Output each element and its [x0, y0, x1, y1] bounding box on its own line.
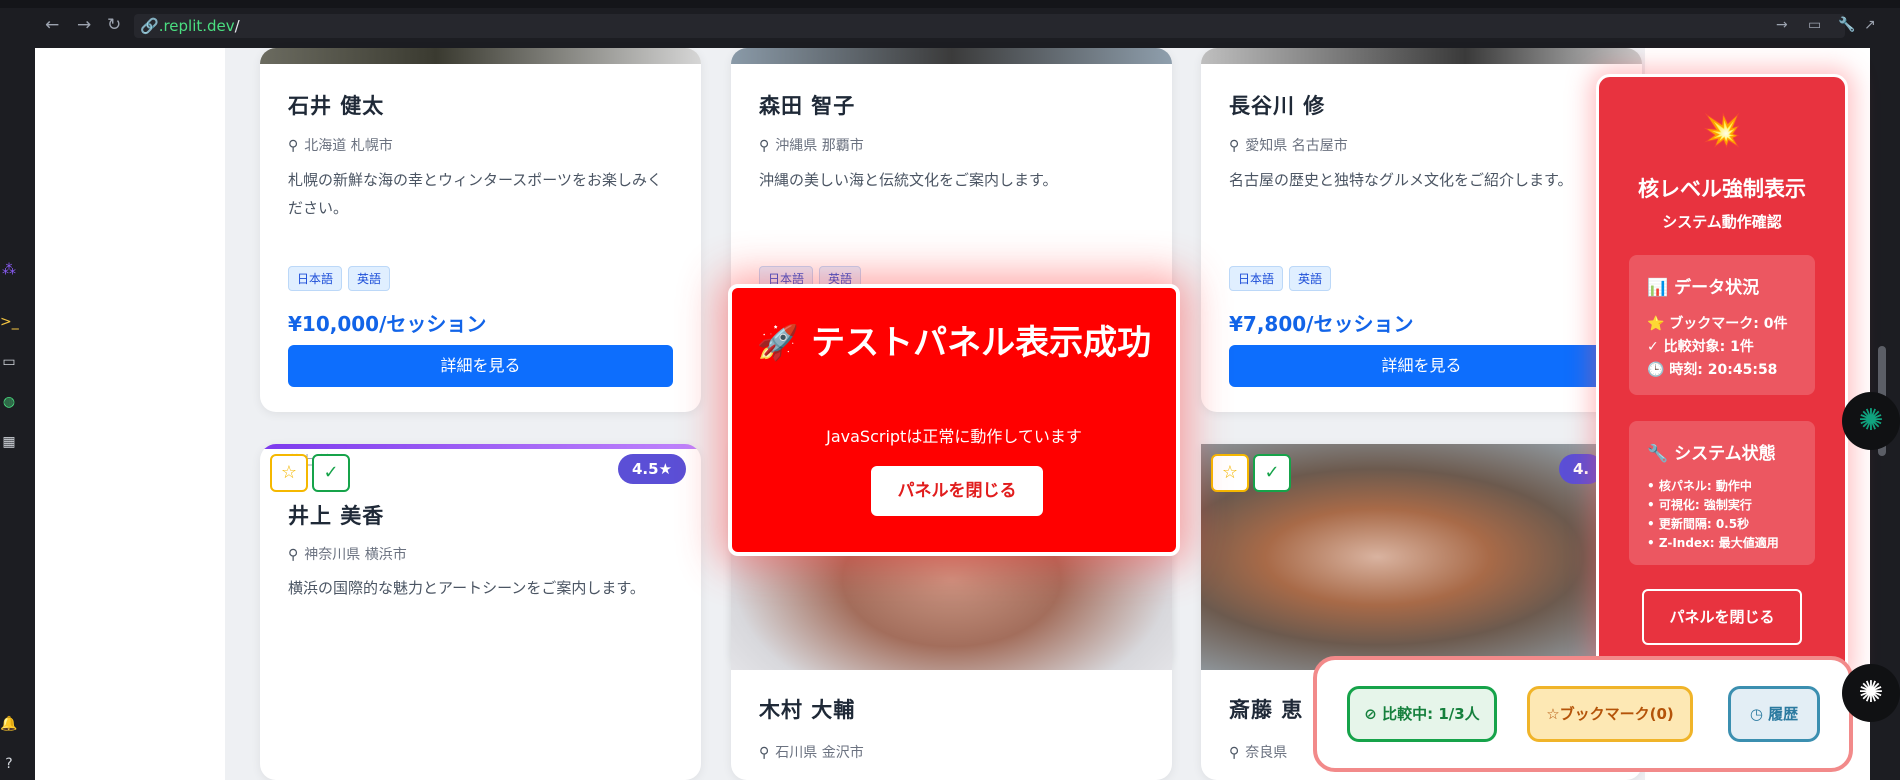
help-icon[interactable]: ?	[0, 756, 18, 772]
system-status-line: • Z-Index: 最大値適用	[1647, 536, 1779, 550]
clock-icon: ◷	[1749, 705, 1763, 723]
language-tags: 日本語 英語	[288, 266, 396, 291]
assistant-logo-icon[interactable]: ✺	[1842, 392, 1900, 450]
compare-check-icon[interactable]: ✓	[1253, 454, 1291, 492]
guide-card: 井上 美香 ☆ ✓ 4.5★ 井上 美香 ⚲神奈川県 横浜市 横浜の国際的な魅力…	[260, 444, 701, 780]
url-path: /	[234, 17, 240, 35]
guide-photo	[1201, 48, 1642, 64]
guide-location: ⚲ 沖縄県 那覇市	[759, 138, 864, 154]
guide-photo-broken	[260, 444, 701, 449]
system-status-box: 🔧 システム状態 • 核パネル: 動作中 • 可視化: 強制実行 • 更新間隔:…	[1629, 421, 1815, 565]
system-status-line: • 核パネル: 動作中	[1647, 479, 1752, 493]
map-pin-icon: ⚲	[288, 547, 299, 563]
history-button[interactable]: ◷ 履歴	[1728, 686, 1820, 742]
system-status-title: 🔧 システム状態	[1647, 444, 1776, 464]
compare-count: ✓ 比較対象: 1件	[1647, 339, 1754, 355]
guide-price: ¥10,000/セッション	[288, 312, 487, 336]
ide-sidebar: ⁂ >_ ▭ ◍ ▦ 🔔 ?	[0, 48, 35, 780]
forward-arrow-icon[interactable]: →	[77, 16, 91, 34]
rating-badge: 4.5★	[618, 454, 687, 484]
test-panel-close-button[interactable]: パネルを閉じる	[871, 466, 1043, 516]
guide-location: ⚲ 神奈川県 横浜市	[288, 547, 407, 563]
guide-name: 長谷川 修	[1229, 94, 1326, 118]
system-status-line: • 更新間隔: 0.5秒	[1647, 517, 1750, 531]
map-pin-icon: ⚲	[759, 745, 770, 761]
guide-card: 長谷川 修 ⚲ 愛知県 名古屋市 名古屋の歴史と独特なグルメ文化をご紹介します。 …	[1201, 48, 1642, 412]
map-pin-icon: ⚲	[288, 138, 299, 154]
test-panel: 🚀 テストパネル表示成功 JavaScriptは正常に動作しています パネルを閉…	[728, 284, 1180, 556]
open-external-icon[interactable]: ↗	[1864, 17, 1876, 33]
guide-name: 森田 智子	[759, 94, 856, 118]
language-tag: 日本語	[288, 266, 343, 291]
test-panel-title: 🚀 テストパネル表示成功	[756, 323, 1152, 363]
bookmark-count: ⭐ ブックマーク: 0件	[1647, 316, 1788, 332]
bookmark-star-icon[interactable]: ☆	[270, 454, 308, 492]
guide-card: 石井 健太 ⚲ 北海道 札幌市 札幌の新鮮な海の幸とウィンタースポーツをお楽しみく…	[260, 48, 701, 412]
assistant-logo-icon[interactable]: ✺	[1842, 664, 1900, 722]
star-icon: ☆	[1546, 705, 1560, 723]
bookmark-star-icon[interactable]: ☆	[1211, 454, 1249, 492]
devices-icon[interactable]: ▭	[1808, 17, 1821, 33]
guide-description: 名古屋の歴史と独特なグルメ文化をご紹介します。	[1229, 171, 1573, 189]
floating-action-bar: ⊘ 比較中: 1/3人 ☆ブックマーク(0) ◷ 履歴	[1313, 656, 1853, 772]
nuclear-panel: 💥 核レベル強制表示 システム動作確認 📊 データ状況 ⭐ ブックマーク: 0件…	[1596, 74, 1848, 678]
tab-strip	[0, 0, 1900, 8]
map-pin-icon: ⚲	[759, 138, 770, 154]
compare-check-icon[interactable]: ✓	[312, 454, 350, 492]
data-status-title: 📊 データ状況	[1647, 278, 1760, 298]
guide-location: ⚲ 愛知県 名古屋市	[1229, 138, 1348, 154]
detail-button[interactable]: 詳細を見る	[288, 345, 673, 387]
nuclear-panel-title: 核レベル強制表示	[1638, 177, 1806, 201]
compare-button[interactable]: ⊘ 比較中: 1/3人	[1347, 686, 1497, 742]
wrench-icon[interactable]: 🔧	[1838, 17, 1855, 33]
map-pin-icon: ⚲	[1229, 745, 1240, 761]
language-tag: 英語	[1289, 266, 1332, 291]
detail-button[interactable]: 詳細を見る	[1229, 345, 1614, 387]
guide-description: 札幌の新鮮な海の幸とウィンタースポーツをお楽しみください。	[288, 171, 662, 217]
bell-icon[interactable]: 🔔	[0, 716, 18, 732]
guide-name: 木村 大輔	[759, 698, 856, 722]
guide-photo	[260, 48, 701, 64]
reload-icon[interactable]: ↻	[107, 16, 121, 34]
test-panel-subtitle: JavaScriptは正常に動作しています	[826, 427, 1082, 446]
nuclear-panel-close-button[interactable]: パネルを閉じる	[1642, 589, 1802, 645]
language-tag: 英語	[348, 266, 391, 291]
explosion-icon: 💥	[1702, 111, 1742, 149]
data-status-box: 📊 データ状況 ⭐ ブックマーク: 0件 ✓ 比較対象: 1件 🕒 時刻: 20…	[1629, 255, 1815, 395]
guide-description: 横浜の国際的な魅力とアートシーンをご案内します。	[288, 579, 645, 597]
rocket-icon: 🚀	[756, 323, 800, 363]
monitor-icon[interactable]: ▭	[0, 354, 18, 370]
guide-photo	[731, 48, 1172, 64]
replit-logo-icon[interactable]: ⁂	[0, 262, 18, 278]
shell-icon[interactable]: >_	[0, 314, 19, 330]
apps-grid-icon[interactable]: ▦	[0, 434, 18, 450]
url-domain: .replit.dev	[158, 17, 235, 35]
guide-price: ¥7,800/セッション	[1229, 312, 1414, 336]
language-tags: 日本語 英語	[1229, 266, 1337, 291]
guide-name: 石井 健太	[288, 94, 385, 118]
system-status-line: • 可視化: 強制実行	[1647, 498, 1752, 512]
check-circle-icon: ⊘	[1364, 705, 1377, 723]
link-icon: 🔗	[140, 17, 159, 35]
globe-icon[interactable]: ◍	[0, 394, 18, 410]
current-time: 🕒 時刻: 20:45:58	[1647, 362, 1778, 378]
guide-name: 井上 美香	[288, 504, 385, 528]
nuclear-panel-subtitle: システム動作確認	[1662, 213, 1782, 231]
back-arrow-icon[interactable]: ←	[45, 16, 59, 34]
map-pin-icon: ⚲	[1229, 138, 1240, 154]
bookmark-button[interactable]: ☆ブックマーク(0)	[1527, 686, 1693, 742]
guide-location: ⚲ 北海道 札幌市	[288, 138, 393, 154]
guide-name: 斎藤 恵	[1229, 698, 1304, 722]
guide-location: ⚲ 石川県 金沢市	[759, 745, 864, 761]
guide-location: ⚲ 奈良県	[1229, 745, 1288, 761]
guide-description: 沖縄の美しい海と伝統文化をご案内します。	[759, 171, 1058, 189]
go-arrow-icon[interactable]: →	[1776, 17, 1788, 33]
language-tag: 日本語	[1229, 266, 1284, 291]
address-bar[interactable]: 🔗.replit.dev/	[134, 14, 1845, 38]
